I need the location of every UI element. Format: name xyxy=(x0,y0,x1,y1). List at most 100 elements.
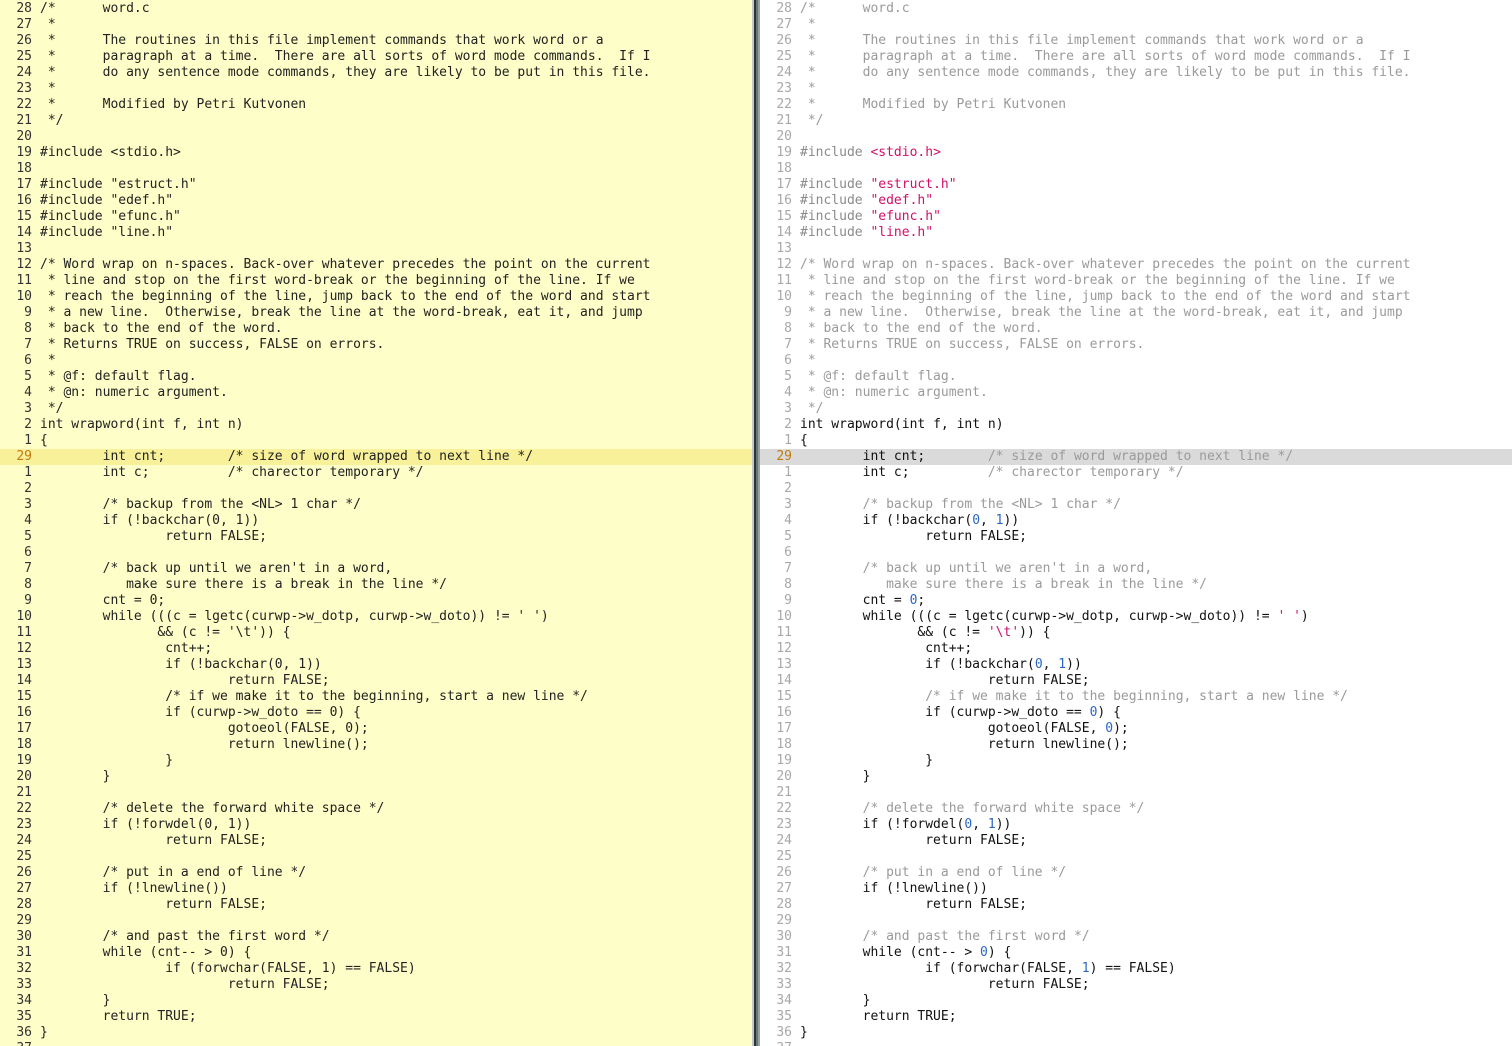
left-code-line[interactable]: 8 make sure there is a break in the line… xyxy=(0,577,752,593)
left-code-line[interactable]: 26 * The routines in this file implement… xyxy=(0,33,752,49)
right-code-line[interactable]: 11 * line and stop on the first word-bre… xyxy=(760,273,1512,289)
left-code-line[interactable]: 22 /* delete the forward white space */ xyxy=(0,801,752,817)
left-code-line[interactable]: 1{ xyxy=(0,433,752,449)
left-code-line[interactable]: 28 /* word.c xyxy=(0,1,752,17)
right-code-line[interactable]: 27 if (!lnewline()) xyxy=(760,881,1512,897)
left-code-line[interactable]: 34 } xyxy=(0,993,752,1009)
left-code-line[interactable]: 18 xyxy=(0,161,752,177)
right-code-line[interactable]: 28 /* word.c xyxy=(760,1,1512,17)
left-code-line[interactable]: 5 return FALSE; xyxy=(0,529,752,545)
right-code-line[interactable]: 13 if (!backchar(0, 1)) xyxy=(760,657,1512,673)
right-code-line[interactable]: 2 xyxy=(760,481,1512,497)
left-code-line[interactable]: 3 /* backup from the <NL> 1 char */ xyxy=(0,497,752,513)
left-code-line[interactable]: 17 gotoeol(FALSE, 0); xyxy=(0,721,752,737)
right-code-line[interactable]: 9 cnt = 0; xyxy=(760,593,1512,609)
right-code-line[interactable]: 26 * The routines in this file implement… xyxy=(760,33,1512,49)
left-code-line[interactable]: 16 #include "edef.h" xyxy=(0,193,752,209)
left-code-line[interactable]: 24 return FALSE; xyxy=(0,833,752,849)
left-code-line[interactable]: 2 xyxy=(0,481,752,497)
left-code-line[interactable]: 15 #include "efunc.h" xyxy=(0,209,752,225)
right-code-line[interactable]: 24 return FALSE; xyxy=(760,833,1512,849)
left-code-line[interactable]: 33 return FALSE; xyxy=(0,977,752,993)
right-code-line[interactable]: 12 /* Word wrap on n-spaces. Back-over wh… xyxy=(760,257,1512,273)
left-code-line[interactable]: 21 xyxy=(0,785,752,801)
right-code-line[interactable]: 23 * xyxy=(760,81,1512,97)
left-code-line[interactable]: 25 xyxy=(0,849,752,865)
right-code-line[interactable]: 1{ xyxy=(760,433,1512,449)
right-code-line[interactable]: 14 return FALSE; xyxy=(760,673,1512,689)
left-code-line[interactable]: 11 && (c != '\t')) { xyxy=(0,625,752,641)
right-code-line[interactable]: 25 * paragraph at a time. There are all … xyxy=(760,49,1512,65)
right-code-line[interactable]: 26 /* put in a end of line */ xyxy=(760,865,1512,881)
left-code-line[interactable]: 6 * xyxy=(0,353,752,369)
left-code-line[interactable]: 23 if (!forwdel(0, 1)) xyxy=(0,817,752,833)
left-code-line[interactable]: 7 /* back up until we aren't in a word, xyxy=(0,561,752,577)
left-code-line[interactable]: 30 /* and past the first word */ xyxy=(0,929,752,945)
left-code-line[interactable]: 28 return FALSE; xyxy=(0,897,752,913)
right-code-line[interactable]: 11 && (c != '\t')) { xyxy=(760,625,1512,641)
right-code-line[interactable]: 21 */ xyxy=(760,113,1512,129)
right-code-line[interactable]: 8 * back to the end of the word. xyxy=(760,321,1512,337)
right-code-line[interactable]: 29 xyxy=(760,913,1512,929)
right-code-line[interactable]: 4 * @n: numeric argument. xyxy=(760,385,1512,401)
left-code-line[interactable]: 14 #include "line.h" xyxy=(0,225,752,241)
right-code-line[interactable]: 24 * do any sentence mode commands, they… xyxy=(760,65,1512,81)
right-code-line[interactable]: 14 #include "line.h" xyxy=(760,225,1512,241)
right-code-line[interactable]: 12 cnt++; xyxy=(760,641,1512,657)
left-editor-pane[interactable]: 28/* word.c 27 * 26 * The routines in this… xyxy=(0,0,752,1046)
left-code-line[interactable]: 37 xyxy=(0,1041,752,1046)
right-code-line[interactable]: 2 int wrapword(int f, int n) xyxy=(760,417,1512,433)
right-code-line[interactable]: 7 /* back up until we aren't in a word, xyxy=(760,561,1512,577)
left-code-line[interactable]: 31 while (cnt-- > 0) { xyxy=(0,945,752,961)
right-code-line[interactable]: 9 * a new line. Otherwise, break the lin… xyxy=(760,305,1512,321)
left-code-line[interactable]: 10 while (((c = lgetc(curwp->w_dotp, cur… xyxy=(0,609,752,625)
right-code-line[interactable]: 23 if (!forwdel(0, 1)) xyxy=(760,817,1512,833)
left-code-line[interactable]: 29 int cnt; /* size of word wrapped to n… xyxy=(0,449,752,465)
right-code-line[interactable]: 30 /* and past the first word */ xyxy=(760,929,1512,945)
left-code-line[interactable]: 1 int c; /* charector temporary */ xyxy=(0,465,752,481)
right-code-line[interactable]: 17 #include "estruct.h" xyxy=(760,177,1512,193)
left-code-line[interactable]: 4 if (!backchar(0, 1)) xyxy=(0,513,752,529)
left-code-line[interactable]: 21 */ xyxy=(0,113,752,129)
right-code-line[interactable]: 15 #include "efunc.h" xyxy=(760,209,1512,225)
right-code-line[interactable]: 37 xyxy=(760,1041,1512,1046)
left-code-line[interactable]: 17 #include "estruct.h" xyxy=(0,177,752,193)
left-code-line[interactable]: 27 * xyxy=(0,17,752,33)
right-code-line[interactable]: 21 xyxy=(760,785,1512,801)
right-code-line[interactable]: 16 if (curwp->w_doto == 0) { xyxy=(760,705,1512,721)
right-code-line[interactable]: 15 /* if we make it to the beginning, st… xyxy=(760,689,1512,705)
right-code-line[interactable]: 31 while (cnt-- > 0) { xyxy=(760,945,1512,961)
left-code-line[interactable]: 20 xyxy=(0,129,752,145)
left-code-line[interactable]: 2 int wrapword(int f, int n) xyxy=(0,417,752,433)
right-code-line[interactable]: 27 * xyxy=(760,17,1512,33)
right-code-line[interactable]: 34 } xyxy=(760,993,1512,1009)
left-code-line[interactable]: 26 /* put in a end of line */ xyxy=(0,865,752,881)
right-code-line[interactable]: 22 /* delete the forward white space */ xyxy=(760,801,1512,817)
right-code-line[interactable]: 18 return lnewline(); xyxy=(760,737,1512,753)
pane-splitter[interactable] xyxy=(752,0,760,1046)
left-code-line[interactable]: 25 * paragraph at a time. There are all … xyxy=(0,49,752,65)
right-code-line[interactable]: 3 /* backup from the <NL> 1 char */ xyxy=(760,497,1512,513)
right-code-line[interactable]: 8 make sure there is a break in the line… xyxy=(760,577,1512,593)
right-code-line[interactable]: 18 xyxy=(760,161,1512,177)
left-code-line[interactable]: 22 * Modified by Petri Kutvonen xyxy=(0,97,752,113)
right-code-line[interactable]: 19 } xyxy=(760,753,1512,769)
right-code-line[interactable]: 29 int cnt; /* size of word wrapped to n… xyxy=(760,449,1512,465)
right-code-line[interactable]: 25 xyxy=(760,849,1512,865)
right-code-line[interactable]: 7 * Returns TRUE on success, FALSE on er… xyxy=(760,337,1512,353)
left-code-line[interactable]: 32 if (forwchar(FALSE, 1) == FALSE) xyxy=(0,961,752,977)
left-code-line[interactable]: 5 * @f: default flag. xyxy=(0,369,752,385)
right-code-line[interactable]: 20 } xyxy=(760,769,1512,785)
left-code-line[interactable]: 19 } xyxy=(0,753,752,769)
left-code-line[interactable]: 23 * xyxy=(0,81,752,97)
right-code-line[interactable]: 16 #include "edef.h" xyxy=(760,193,1512,209)
left-code-line[interactable]: 16 if (curwp->w_doto == 0) { xyxy=(0,705,752,721)
left-code-line[interactable]: 12 cnt++; xyxy=(0,641,752,657)
left-code-line[interactable]: 13 xyxy=(0,241,752,257)
right-code-line[interactable]: 13 xyxy=(760,241,1512,257)
left-code-line[interactable]: 9 cnt = 0; xyxy=(0,593,752,609)
right-code-line[interactable]: 6 * xyxy=(760,353,1512,369)
left-code-line[interactable]: 3 */ xyxy=(0,401,752,417)
left-code-line[interactable]: 13 if (!backchar(0, 1)) xyxy=(0,657,752,673)
left-code-line[interactable]: 27 if (!lnewline()) xyxy=(0,881,752,897)
